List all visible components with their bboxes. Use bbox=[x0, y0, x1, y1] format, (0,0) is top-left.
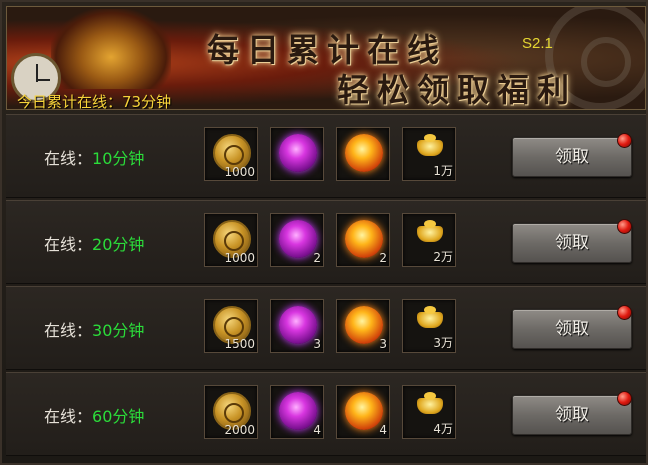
gold-ingot-icon bbox=[417, 392, 443, 414]
reward-slot-orange-orb[interactable]: 3 bbox=[336, 299, 390, 353]
red-notification-dot bbox=[617, 391, 632, 406]
row-label: 在线：20分钟 bbox=[44, 235, 145, 254]
reward-slot-coin[interactable]: 1000 bbox=[204, 213, 258, 267]
reward-row-10min: 在线：10分钟 1000 1万 领取 bbox=[6, 114, 646, 198]
purple-orb-icon bbox=[279, 220, 317, 258]
reward-slot-ingot[interactable]: 1万 bbox=[402, 127, 456, 181]
reward-count: 4 bbox=[313, 423, 321, 437]
reward-count: 3 bbox=[313, 337, 321, 351]
reward-slot-purple-orb[interactable]: 2 bbox=[270, 213, 324, 267]
reward-count: 2 bbox=[313, 251, 321, 265]
purple-orb-icon bbox=[279, 306, 317, 344]
gold-ingot-icon bbox=[417, 220, 443, 242]
orange-orb-icon bbox=[345, 220, 383, 258]
reward-count: 1500 bbox=[224, 337, 255, 351]
reward-slot-orange-orb[interactable]: 2 bbox=[336, 213, 390, 267]
reward-count: 1000 bbox=[224, 251, 255, 265]
version-label: S2.1 bbox=[522, 35, 553, 52]
reward-slot-coin[interactable]: 1000 bbox=[204, 127, 258, 181]
reward-slot-coin[interactable]: 2000 bbox=[204, 385, 258, 439]
reward-count: 2000 bbox=[224, 423, 255, 437]
reward-count: 1万 bbox=[433, 164, 453, 178]
reward-slot-orange-orb[interactable]: 4 bbox=[336, 385, 390, 439]
reward-row-20min: 在线：20分钟 1000 2 2 2万 领取 bbox=[6, 200, 646, 284]
row-minutes: 30分钟 bbox=[92, 321, 145, 340]
orange-orb-icon bbox=[345, 134, 383, 172]
purple-orb-icon bbox=[279, 392, 317, 430]
reward-row-60min: 在线：60分钟 2000 4 4 4万 领取 bbox=[6, 372, 646, 456]
reward-slot-orange-orb[interactable] bbox=[336, 127, 390, 181]
reward-count: 2万 bbox=[433, 250, 453, 264]
red-notification-dot bbox=[617, 219, 632, 234]
gold-ingot-icon bbox=[417, 306, 443, 328]
reward-count: 3万 bbox=[433, 336, 453, 350]
reward-slot-purple-orb[interactable]: 4 bbox=[270, 385, 324, 439]
reward-slot-ingot[interactable]: 4万 bbox=[402, 385, 456, 439]
reward-slot-coin[interactable]: 1500 bbox=[204, 299, 258, 353]
reward-slot-purple-orb[interactable] bbox=[270, 127, 324, 181]
purple-orb-icon bbox=[279, 134, 317, 172]
red-notification-dot bbox=[617, 305, 632, 320]
row-minutes: 10分钟 bbox=[92, 149, 145, 168]
row-minutes: 20分钟 bbox=[92, 235, 145, 254]
reward-slot-ingot[interactable]: 2万 bbox=[402, 213, 456, 267]
row-label: 在线：30分钟 bbox=[44, 321, 145, 340]
red-notification-dot bbox=[617, 133, 632, 148]
orange-orb-icon bbox=[345, 392, 383, 430]
reward-slot-purple-orb[interactable]: 3 bbox=[270, 299, 324, 353]
today-online-time: 今日累计在线：73分钟 bbox=[17, 93, 172, 110]
online-reward-panel: 每日累计在线 轻松领取福利 S2.1 今日累计在线：73分钟 在线：10分钟 1… bbox=[0, 0, 648, 465]
claim-button[interactable]: 领取 bbox=[512, 223, 632, 263]
banner-title-line2: 轻松领取福利 bbox=[337, 71, 578, 109]
treasure-chest-icon bbox=[51, 9, 171, 89]
claim-button[interactable]: 领取 bbox=[512, 137, 632, 177]
orange-orb-icon bbox=[345, 306, 383, 344]
reward-slot-ingot[interactable]: 3万 bbox=[402, 299, 456, 353]
reward-count: 4 bbox=[379, 423, 387, 437]
gold-ingot-icon bbox=[417, 134, 443, 156]
row-label: 在线：10分钟 bbox=[44, 149, 145, 168]
reward-count: 4万 bbox=[433, 422, 453, 436]
banner: 每日累计在线 轻松领取福利 S2.1 今日累计在线：73分钟 bbox=[6, 6, 646, 110]
row-minutes: 60分钟 bbox=[92, 407, 145, 426]
row-label: 在线：60分钟 bbox=[44, 407, 145, 426]
reward-count: 3 bbox=[379, 337, 387, 351]
reward-row-30min: 在线：30分钟 1500 3 3 3万 领取 bbox=[6, 286, 646, 370]
reward-count: 1000 bbox=[224, 165, 255, 179]
claim-button[interactable]: 领取 bbox=[512, 309, 632, 349]
reward-count: 2 bbox=[379, 251, 387, 265]
claim-button[interactable]: 领取 bbox=[512, 395, 632, 435]
